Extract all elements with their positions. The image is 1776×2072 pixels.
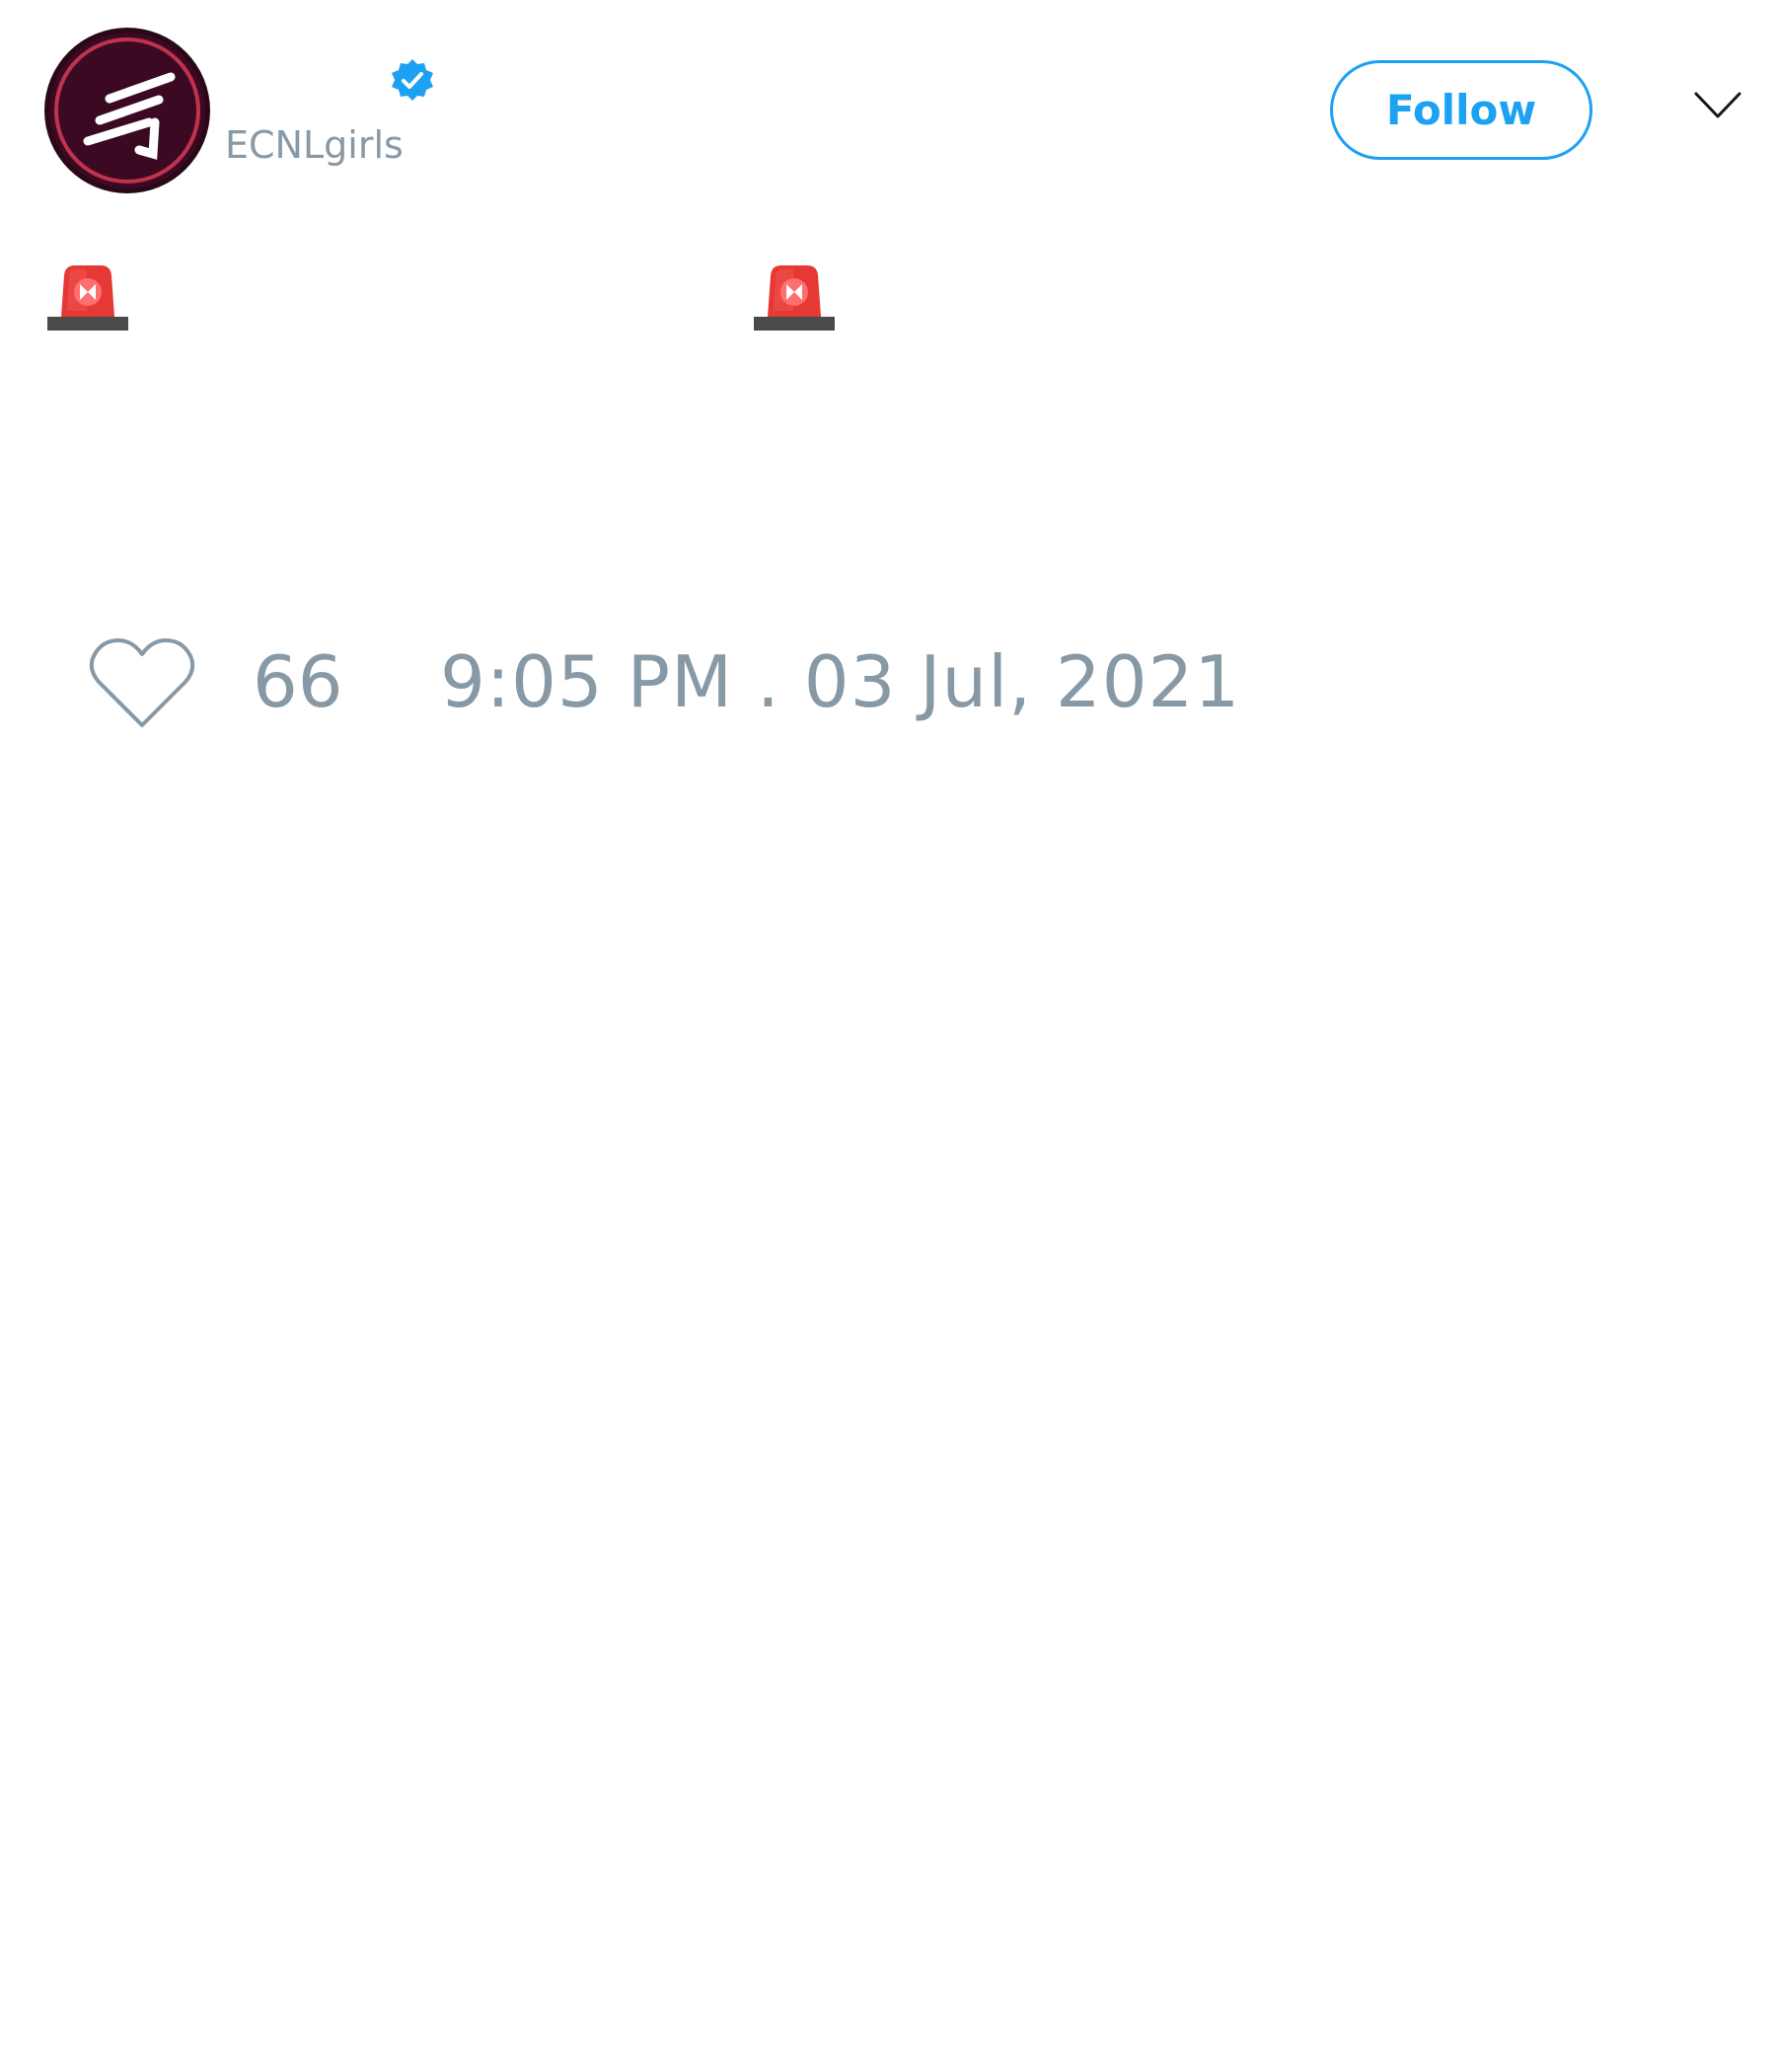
tweet-timestamp[interactable]: 9:05 PM . 03 Jul, 2021 [440, 646, 1240, 717]
verified-badge-icon [389, 57, 436, 105]
chevron-down-icon[interactable] [1693, 89, 1742, 122]
heart-icon[interactable] [89, 634, 195, 731]
like-count: 66 [253, 640, 343, 723]
follow-button[interactable]: Follow [1330, 60, 1592, 160]
author-handle[interactable]: ECNLgirls [225, 126, 404, 164]
avatar[interactable] [44, 28, 210, 193]
ecnl-logo [44, 28, 210, 193]
police-car-light-icon [47, 261, 128, 331]
police-car-light-icon [754, 261, 835, 331]
